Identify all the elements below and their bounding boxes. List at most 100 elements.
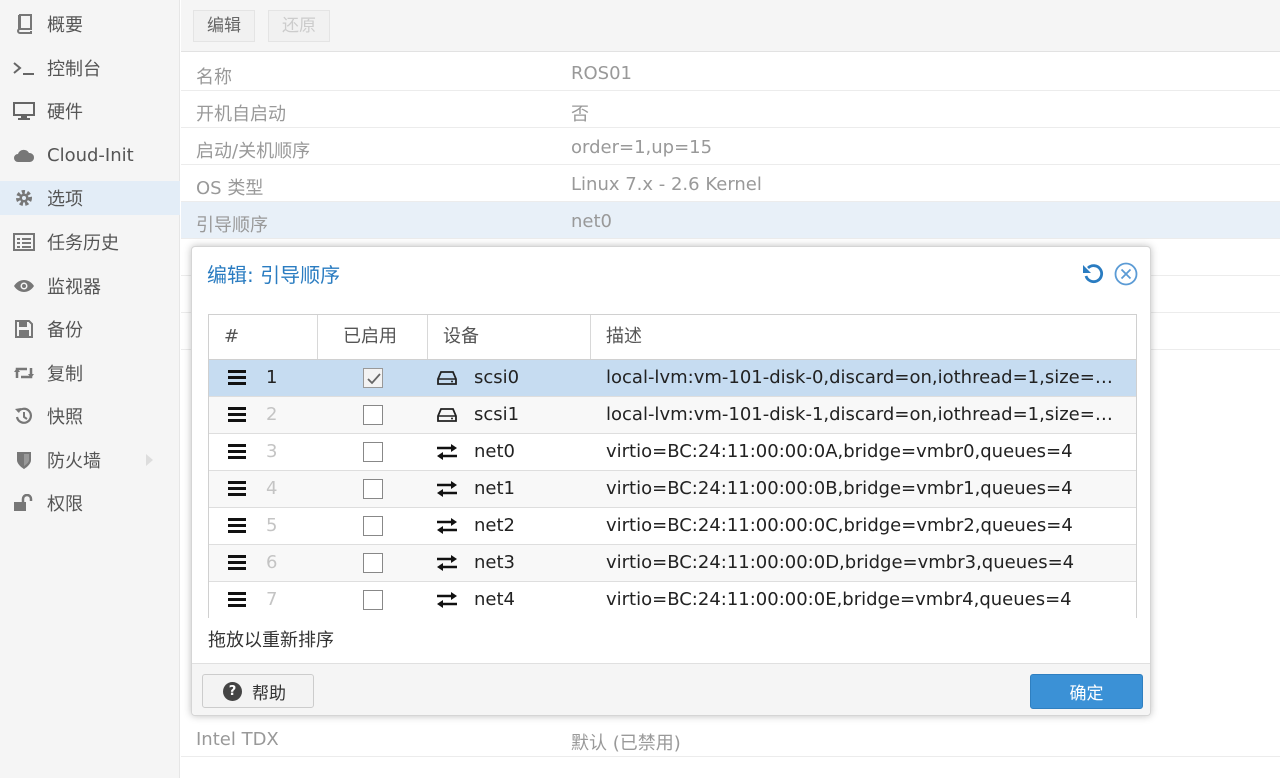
sidebar-item-backup[interactable]: 备份 [0,312,180,346]
boot-device-row[interactable]: 5 net2 virtio=BC:24:11:00:00:0C,bridge=v… [209,508,1136,545]
drag-handle-icon[interactable] [228,444,246,459]
device-description: virtio=BC:24:11:00:00:0E,bridge=vmbr4,qu… [606,589,1072,610]
eye-icon [12,274,36,298]
row-number: 6 [266,552,278,573]
drag-handle-icon[interactable] [228,370,246,385]
row-number: 3 [266,441,278,462]
sidebar-item-summary[interactable]: 概要 [0,7,180,41]
sidebar-item-label: 选项 [47,189,83,210]
option-key: 开机自启动 [196,104,286,125]
sidebar-item-permissions[interactable]: 权限 [0,486,180,520]
sidebar-item-label: 复制 [47,364,83,385]
option-key: OS 类型 [196,178,264,199]
sidebar-item-replication[interactable]: 复制 [0,356,180,390]
sidebar-item-label: 控制台 [47,59,101,80]
option-row[interactable]: OS 类型 Linux 7.x - 2.6 Kernel [181,165,1280,202]
list-icon [12,230,36,254]
drag-handle-icon[interactable] [228,407,246,422]
column-header-device[interactable]: 设备 [428,315,591,359]
option-row[interactable]: Intel TDX 默认 (已禁用) [181,720,1280,757]
revert-button[interactable]: 还原 [268,10,330,42]
sidebar-item-label: 监视器 [47,277,101,298]
drag-handle-icon[interactable] [228,481,246,496]
sidebar-item-label: 备份 [47,320,83,341]
column-header-enabled[interactable]: 已启用 [318,315,428,359]
boot-order-grid: # 已启用 设备 描述 1 scsi0 local-lvm:vm-101-dis… [208,314,1137,619]
expand-arrow-icon[interactable] [146,454,153,466]
option-row[interactable]: 启动/关机顺序 order=1,up=15 [181,128,1280,165]
option-row[interactable]: 开机自启动 否 [181,91,1280,128]
boot-device-row[interactable]: 2 scsi1 local-lvm:vm-101-disk-1,discard=… [209,397,1136,434]
close-icon[interactable] [1114,262,1138,286]
monitor-icon [12,99,36,123]
history-icon [12,404,36,428]
row-number: 2 [266,404,278,425]
device-description: virtio=BC:24:11:00:00:0D,bridge=vmbr3,qu… [606,552,1075,573]
drag-handle-icon[interactable] [228,555,246,570]
row-number: 1 [266,367,278,388]
reset-icon[interactable] [1081,262,1105,286]
help-button-label: 帮助 [252,683,286,704]
gear-icon [12,186,36,210]
floppy-icon [12,317,36,341]
drag-handle-icon[interactable] [228,592,246,607]
device-description: virtio=BC:24:11:00:00:0C,bridge=vmbr2,qu… [606,515,1073,536]
option-key: 启动/关机顺序 [196,141,311,162]
sidebar-item-firewall[interactable]: 防火墙 [0,443,180,477]
dialog-title: 编辑: 引导顺序 [207,263,341,287]
device-description: virtio=BC:24:11:00:00:0B,bridge=vmbr1,qu… [606,478,1073,499]
retweet-icon [12,361,36,385]
boot-device-row[interactable]: 4 net1 virtio=BC:24:11:00:00:0B,bridge=v… [209,471,1136,508]
device-description: virtio=BC:24:11:00:00:0A,bridge=vmbr0,qu… [606,441,1073,462]
sidebar-item-task-history[interactable]: 任务历史 [0,225,180,259]
enabled-checkbox[interactable] [363,590,383,610]
dialog-footer: ? 帮助 确定 [192,663,1150,715]
sidebar-item-monitor[interactable]: 监视器 [0,269,180,303]
exchange-icon [436,517,458,535]
unlock-icon [12,491,36,515]
enabled-checkbox[interactable] [363,442,383,462]
device-name: net2 [474,515,515,536]
device-name: net3 [474,552,515,573]
question-icon: ? [223,681,242,701]
sidebar-item-snapshot[interactable]: 快照 [0,399,180,433]
sidebar-item-hardware[interactable]: 硬件 [0,94,180,128]
drag-handle-icon[interactable] [228,518,246,533]
enabled-checkbox[interactable] [363,479,383,499]
option-value: ROS01 [571,63,633,84]
enabled-checkbox[interactable] [363,405,383,425]
enabled-checkbox[interactable] [363,368,383,388]
drag-hint: 拖放以重新排序 [208,630,334,651]
option-key: 名称 [196,67,232,88]
option-key: 引导顺序 [196,215,268,236]
boot-device-row[interactable]: 3 net0 virtio=BC:24:11:00:00:0A,bridge=v… [209,434,1136,471]
hdd-icon [436,406,458,424]
column-header-description[interactable]: 描述 [591,315,1136,359]
sidebar-item-console[interactable]: 控制台 [0,51,180,85]
enabled-checkbox[interactable] [363,516,383,536]
grid-header: # 已启用 设备 描述 [209,315,1136,360]
help-button[interactable]: ? 帮助 [202,674,314,708]
enabled-checkbox[interactable] [363,553,383,573]
edit-button[interactable]: 编辑 [193,10,255,42]
row-number: 7 [266,589,278,610]
hdd-icon [436,369,458,387]
ok-button[interactable]: 确定 [1030,674,1143,709]
sidebar: 概要 控制台 硬件 Cloud-Init 选项 任务历史 监视器 备份 复制 快… [0,0,180,778]
exchange-icon [436,591,458,609]
boot-device-row[interactable]: 6 net3 virtio=BC:24:11:00:00:0D,bridge=v… [209,545,1136,582]
option-row[interactable]: 名称 ROS01 [181,54,1280,91]
column-header-number[interactable]: # [209,315,318,359]
boot-device-row[interactable]: 1 scsi0 local-lvm:vm-101-disk-0,discard=… [209,360,1136,397]
device-description: local-lvm:vm-101-disk-0,discard=on,iothr… [606,367,1118,388]
option-row-selected[interactable]: 引导顺序 net0 [181,202,1280,239]
boot-device-row[interactable]: 7 net4 virtio=BC:24:11:00:00:0E,bridge=v… [209,582,1136,619]
sidebar-item-label: 快照 [47,407,83,428]
device-name: net0 [474,441,515,462]
row-number: 4 [266,478,278,499]
sidebar-item-options[interactable]: 选项 [0,181,180,215]
sidebar-item-label: 权限 [47,494,83,515]
sidebar-item-label: 概要 [47,15,83,36]
options-toolbar: 编辑 还原 [181,0,1280,52]
sidebar-item-cloud-init[interactable]: Cloud-Init [0,138,180,172]
